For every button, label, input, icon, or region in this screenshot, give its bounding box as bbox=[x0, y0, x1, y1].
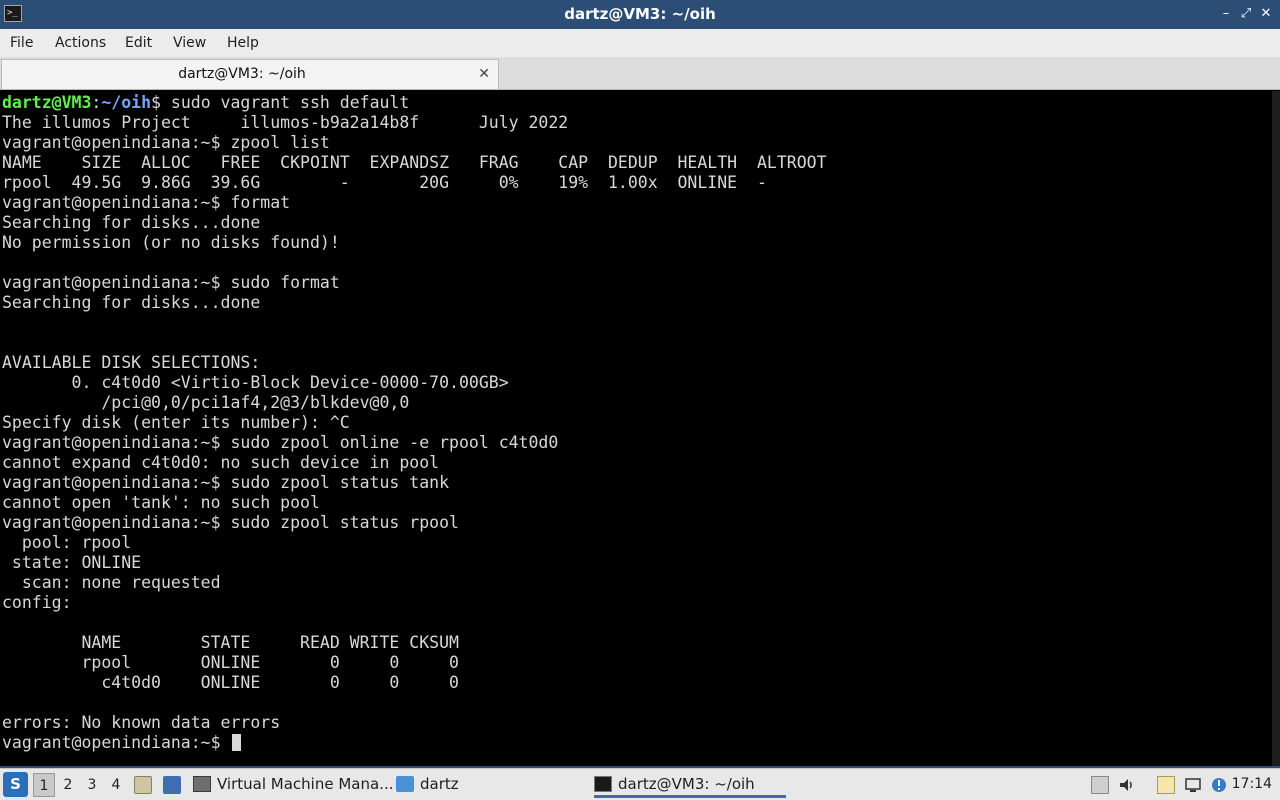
vm-manager-icon bbox=[193, 776, 211, 792]
terminal-lines: dartz@VM3:~/oih$ sudo vagrant ssh defaul… bbox=[2, 93, 827, 753]
task-terminal[interactable]: dartz@VM3: ~/oih bbox=[594, 771, 786, 798]
workspace-3[interactable]: 3 bbox=[81, 773, 103, 797]
terminal-line: Searching for disks...done bbox=[2, 293, 261, 312]
terminal-line: errors: No known data errors bbox=[2, 713, 281, 732]
terminal-cursor bbox=[232, 734, 242, 751]
prompt-command: sudo vagrant ssh default bbox=[170, 93, 410, 112]
menu-file[interactable]: File bbox=[10, 29, 33, 57]
terminal-line: vagrant@openindiana:~$ sudo zpool online… bbox=[2, 433, 559, 452]
terminal-line: vagrant@openindiana:~$ zpool list bbox=[2, 133, 330, 152]
task-virtual-machine-manager[interactable]: Virtual Machine Mana... bbox=[193, 771, 393, 798]
show-desktop-icon[interactable] bbox=[163, 776, 181, 794]
task-label: Virtual Machine Mana... bbox=[217, 775, 394, 793]
window-titlebar[interactable]: >_ dartz@VM3: ~/oih – ⤢ ✕ bbox=[0, 0, 1280, 29]
terminal-line-first-prompt: dartz@VM3:~/oih$ sudo vagrant ssh defaul… bbox=[2, 93, 827, 113]
updates-icon[interactable] bbox=[1210, 776, 1228, 794]
terminal-output[interactable]: dartz@VM3:~/oih$ sudo vagrant ssh defaul… bbox=[0, 91, 1280, 767]
terminal-line: rpool ONLINE 0 0 0 bbox=[2, 653, 459, 672]
task-dartz-folder[interactable]: dartz bbox=[396, 771, 576, 798]
prompt-suffix: $ bbox=[151, 93, 171, 112]
prompt-user: dartz@VM3 bbox=[2, 93, 92, 112]
terminal-line: AVAILABLE DISK SELECTIONS: bbox=[2, 353, 261, 372]
terminal-line: config: bbox=[2, 593, 72, 612]
maximize-icon[interactable]: ⤢ bbox=[1238, 6, 1254, 22]
terminal-line: rpool 49.5G 9.86G 39.6G - 20G 0% 19% 1.0… bbox=[2, 173, 767, 192]
terminal-line: state: ONLINE bbox=[2, 553, 142, 572]
terminal-icon bbox=[594, 776, 612, 792]
clock[interactable]: 17:14 bbox=[1232, 769, 1272, 800]
menu-actions[interactable]: Actions bbox=[55, 29, 106, 57]
menu-help[interactable]: Help bbox=[227, 29, 259, 57]
menubar: File Actions Edit View Help bbox=[0, 29, 1280, 57]
workspace-4[interactable]: 4 bbox=[105, 773, 127, 797]
tab-bar: dartz@VM3: ~/oih ✕ bbox=[0, 57, 1280, 90]
terminal-line: vagrant@openindiana:~$ sudo format bbox=[2, 273, 340, 292]
volume-icon[interactable] bbox=[1118, 776, 1136, 794]
terminal-line: cannot open 'tank': no such pool bbox=[2, 493, 320, 512]
start-menu-icon[interactable]: S bbox=[3, 772, 28, 797]
terminal-line: c4t0d0 ONLINE 0 0 0 bbox=[2, 673, 459, 692]
terminal-line: cannot expand c4t0d0: no such device in … bbox=[2, 453, 440, 472]
close-icon[interactable]: ✕ bbox=[1258, 6, 1274, 22]
menu-view[interactable]: View bbox=[173, 29, 206, 57]
terminal-line: 0. c4t0d0 <Virtio-Block Device-0000-70.0… bbox=[2, 373, 509, 392]
terminal-line: vagrant@openindiana:~$ sudo zpool status… bbox=[2, 513, 459, 532]
window-title: dartz@VM3: ~/oih bbox=[564, 5, 716, 23]
terminal-line: The illumos Project illumos-b9a2a14b8f J… bbox=[2, 113, 569, 132]
file-manager-launcher-icon[interactable] bbox=[134, 776, 152, 794]
clipboard-icon[interactable] bbox=[1157, 776, 1175, 794]
folder-icon bbox=[396, 776, 414, 792]
workspace-1[interactable]: 1 bbox=[33, 773, 55, 797]
taskbar: S 1 2 3 4 Virtual Machine Mana... dartz … bbox=[0, 768, 1280, 800]
terminal-line: No permission (or no disks found)! bbox=[2, 233, 340, 252]
task-label: dartz bbox=[420, 775, 459, 793]
terminal-line: /pci@0,0/pci1af4,2@3/blkdev@0,0 bbox=[2, 393, 410, 412]
minimize-icon[interactable]: – bbox=[1218, 6, 1234, 22]
tab-label: dartz@VM3: ~/oih bbox=[178, 66, 306, 82]
tab-terminal[interactable]: dartz@VM3: ~/oih ✕ bbox=[1, 59, 499, 89]
terminal-line: NAME SIZE ALLOC FREE CKPOINT EXPANDSZ FR… bbox=[2, 153, 827, 172]
network-icon[interactable] bbox=[1184, 776, 1202, 794]
terminal-line: Searching for disks...done bbox=[2, 213, 261, 232]
terminal-line: vagrant@openindiana:~$ sudo zpool status… bbox=[2, 473, 450, 492]
terminal-line: NAME STATE READ WRITE CKSUM bbox=[2, 633, 459, 652]
terminal-line-last-prompt: vagrant@openindiana:~$ bbox=[2, 733, 827, 753]
workspace-2[interactable]: 2 bbox=[57, 773, 79, 797]
terminal-line: scan: none requested bbox=[2, 573, 221, 592]
terminal-line: pool: rpool bbox=[2, 533, 132, 552]
menu-edit[interactable]: Edit bbox=[125, 29, 152, 57]
terminal-scrollbar[interactable] bbox=[1272, 91, 1280, 767]
tab-close-icon[interactable]: ✕ bbox=[478, 60, 490, 88]
terminal-line: Specify disk (enter its number): ^C bbox=[2, 413, 350, 432]
last-prompt: vagrant@openindiana:~$ bbox=[2, 733, 231, 752]
prompt-colon: : bbox=[91, 93, 102, 112]
tray-expand-icon[interactable] bbox=[1091, 776, 1109, 794]
task-label: dartz@VM3: ~/oih bbox=[618, 775, 755, 793]
terminal-line: vagrant@openindiana:~$ format bbox=[2, 193, 291, 212]
prompt-path: ~/oih bbox=[101, 93, 152, 112]
